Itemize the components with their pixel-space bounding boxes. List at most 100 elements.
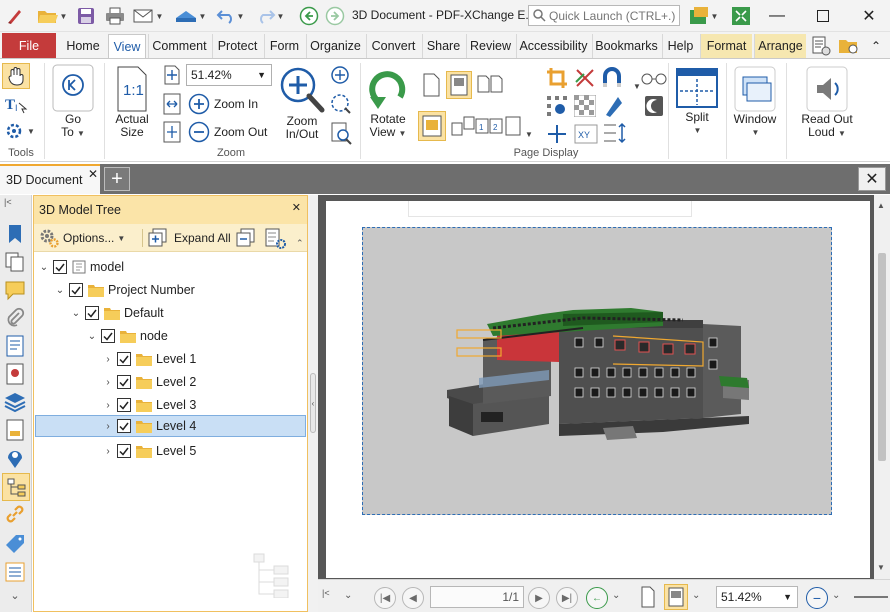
- scroll-up-icon[interactable]: ⌃: [296, 238, 304, 249]
- tree-item-model[interactable]: ⌄ model: [35, 256, 306, 278]
- chevron-right-icon[interactable]: ›: [103, 421, 113, 432]
- signatures-icon[interactable]: [4, 363, 26, 385]
- splitter-handle[interactable]: ‹: [310, 373, 316, 433]
- ui-options-icon[interactable]: ▼: [684, 4, 722, 28]
- snapshot-tool-icon[interactable]: ▼: [4, 121, 35, 141]
- continuous-view-icon[interactable]: [664, 584, 688, 610]
- chevron-down-icon[interactable]: ⌄: [55, 285, 65, 296]
- glasses-icon[interactable]: [640, 67, 668, 90]
- tab-format[interactable]: Format: [700, 34, 752, 58]
- scrollbar-thumb[interactable]: [878, 253, 886, 461]
- history-dropdown-icon[interactable]: ⌄: [612, 590, 620, 601]
- back-nav-icon[interactable]: [298, 4, 320, 28]
- color-replace-icon[interactable]: [602, 95, 624, 120]
- app-logo-icon[interactable]: [4, 4, 26, 28]
- tree-item-default[interactable]: ⌄ Default: [35, 302, 306, 324]
- zoom-in-button[interactable]: Zoom In: [188, 93, 258, 115]
- quick-launch-field[interactable]: [528, 5, 680, 26]
- maximize-button[interactable]: [800, 0, 846, 32]
- zoom-out-button[interactable]: Zoom Out: [188, 121, 267, 143]
- more-panes-icon[interactable]: ⌄: [4, 589, 26, 611]
- checkbox[interactable]: [117, 419, 131, 433]
- chevron-right-icon[interactable]: ›: [103, 354, 113, 365]
- status-menu-icon[interactable]: ⌄: [344, 590, 352, 601]
- links-icon[interactable]: [4, 503, 26, 525]
- actual-size-button[interactable]: 1:1 Actual Size: [108, 65, 156, 139]
- building-3d-model[interactable]: [363, 228, 833, 516]
- fullscreen-icon[interactable]: [728, 4, 754, 28]
- tree-settings-icon[interactable]: [264, 228, 288, 253]
- tab-view[interactable]: View: [108, 34, 146, 58]
- chevron-right-icon[interactable]: ›: [103, 400, 113, 411]
- 3d-annotation[interactable]: [362, 227, 832, 515]
- tree-item-node[interactable]: ⌄ node: [35, 325, 306, 347]
- crop-icon[interactable]: [546, 67, 568, 92]
- rotate-view-button[interactable]: Rotate View ▼: [364, 67, 412, 140]
- close-window-button[interactable]: ✕: [846, 0, 890, 32]
- vertical-scrollbar[interactable]: ▲ ▼: [874, 195, 890, 579]
- destinations-icon[interactable]: [4, 447, 26, 469]
- night-mode-icon[interactable]: [644, 95, 664, 120]
- chevron-down-icon[interactable]: ⌄: [87, 331, 97, 342]
- chevron-right-icon[interactable]: ›: [103, 377, 113, 388]
- tab-arrange[interactable]: Arrange: [754, 34, 806, 58]
- zoom-slider[interactable]: [854, 596, 888, 598]
- tab-form[interactable]: Form: [264, 34, 304, 58]
- minimize-button[interactable]: —: [754, 0, 800, 32]
- layers-icon[interactable]: [4, 391, 26, 413]
- close-document-button[interactable]: ✕: [858, 167, 886, 191]
- tree-item-level-3[interactable]: › Level 3: [35, 394, 306, 416]
- scroll-up-arrow-icon[interactable]: ▲: [877, 201, 885, 210]
- page-layout-icon[interactable]: [418, 111, 446, 141]
- tab-organize[interactable]: Organize: [306, 34, 364, 58]
- options-button[interactable]: Options... ▼: [38, 227, 125, 249]
- checkbox[interactable]: [117, 375, 131, 389]
- comments-icon[interactable]: [4, 279, 26, 301]
- first-page-button[interactable]: |◀: [374, 587, 396, 609]
- structure-icon[interactable]: [4, 561, 26, 583]
- coordinates-icon[interactable]: XY: [574, 121, 598, 148]
- status-options-icon[interactable]: |<: [322, 588, 330, 598]
- marquee-zoom-icon[interactable]: [330, 93, 352, 118]
- tree-item-level-1[interactable]: › Level 1: [35, 348, 306, 370]
- go-to-button[interactable]: Go To ▼: [48, 63, 98, 140]
- checkbox[interactable]: [85, 306, 99, 320]
- window-button[interactable]: Window ▼: [730, 65, 780, 139]
- content-icon[interactable]: [4, 335, 26, 357]
- view-mode-dropdown-icon[interactable]: ⌄: [692, 590, 700, 601]
- bookmarks-icon[interactable]: [4, 223, 26, 245]
- hand-tool-button[interactable]: [2, 63, 30, 89]
- measure-icon[interactable]: [602, 121, 628, 148]
- hide-lines-icon[interactable]: [574, 67, 596, 92]
- transparency-grid-icon[interactable]: [573, 94, 597, 120]
- find-folder-icon[interactable]: [836, 34, 862, 58]
- forward-nav-icon[interactable]: [324, 4, 346, 28]
- print-icon[interactable]: [102, 4, 128, 28]
- checkbox[interactable]: [117, 352, 131, 366]
- tab-protect[interactable]: Protect: [212, 34, 262, 58]
- fields-icon[interactable]: [4, 419, 26, 441]
- single-page-icon[interactable]: [420, 73, 442, 100]
- expand-all-button[interactable]: Expand All: [148, 228, 231, 248]
- status-zoom-select[interactable]: 51.42% ▼: [716, 586, 798, 608]
- tags-icon[interactable]: [4, 533, 26, 555]
- pane-splitter[interactable]: ‹: [308, 195, 318, 612]
- chevron-down-icon[interactable]: ⌄: [39, 262, 49, 273]
- previous-page-button[interactable]: ◀: [402, 587, 424, 609]
- fit-visible-icon[interactable]: [162, 121, 182, 146]
- zoom-dropdown-icon[interactable]: ⌄: [832, 590, 840, 601]
- tab-file[interactable]: File: [2, 33, 56, 58]
- open-folder-icon[interactable]: ▼: [34, 4, 70, 28]
- page-number-field[interactable]: 1/1: [430, 586, 524, 608]
- collapse-all-icon[interactable]: [236, 228, 256, 251]
- save-icon[interactable]: [74, 4, 98, 28]
- next-page-button[interactable]: ▶: [528, 587, 550, 609]
- rulers-icon[interactable]: [546, 123, 568, 148]
- tab-comment[interactable]: Comment: [148, 34, 210, 58]
- tab-convert[interactable]: Convert: [366, 34, 420, 58]
- chevron-right-icon[interactable]: ›: [103, 446, 113, 457]
- undo-icon[interactable]: ▼: [212, 4, 248, 28]
- fit-width-icon[interactable]: [162, 93, 182, 118]
- checkbox[interactable]: [101, 329, 115, 343]
- tree-item-project-number[interactable]: ⌄ Project Number: [35, 279, 306, 301]
